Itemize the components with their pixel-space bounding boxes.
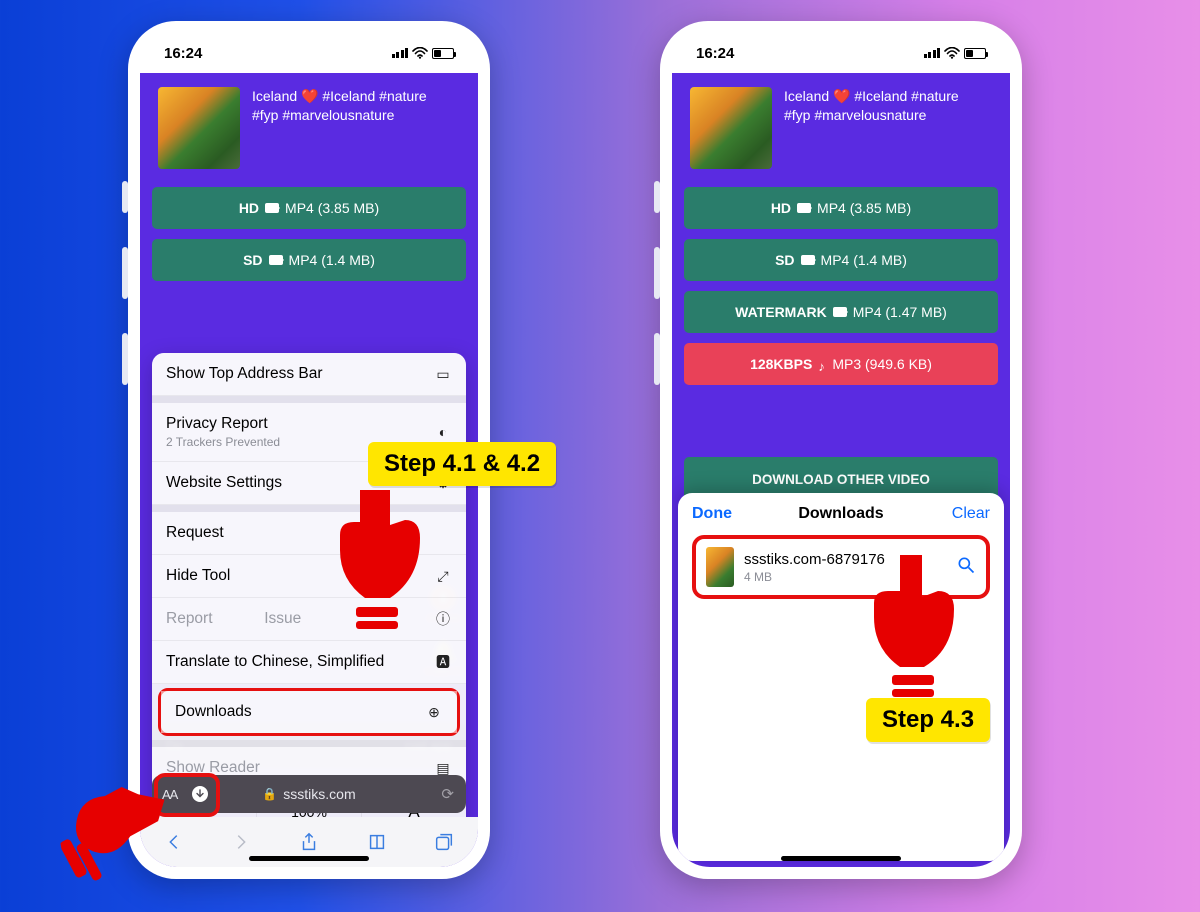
- share-button[interactable]: [297, 831, 321, 853]
- status-bar: 16:24: [140, 33, 478, 73]
- video-caption-line1: Iceland ❤️ #Iceland #nature: [784, 87, 959, 106]
- status-indicators: [392, 47, 455, 59]
- signal-icon: [924, 48, 941, 58]
- camera-icon: [265, 203, 279, 213]
- camera-icon: [797, 203, 811, 213]
- video-thumbnail: [690, 87, 772, 169]
- camera-icon: [269, 255, 283, 265]
- shield-icon: ◐: [434, 423, 452, 441]
- pointer-hand-icon: [49, 759, 191, 912]
- video-caption-line2: #fyp #marvelousnature: [784, 106, 959, 125]
- video-header: Iceland ❤️ #Iceland #nature #fyp #marvel…: [672, 73, 1010, 187]
- video-caption-line1: Iceland ❤️ #Iceland #nature: [252, 87, 427, 106]
- volume-buttons: [122, 181, 128, 385]
- menu-downloads[interactable]: Downloads ⊕: [161, 691, 457, 733]
- download-watermark-button[interactable]: WATERMARKMP4 (1.47 MB): [684, 291, 998, 333]
- signal-icon: [392, 48, 409, 58]
- menu-show-top-address-bar[interactable]: Show Top Address Bar ▭: [152, 353, 466, 396]
- battery-icon: [432, 48, 454, 59]
- status-bar: 16:24: [672, 33, 1010, 73]
- download-circle-icon: ⊕: [425, 703, 443, 721]
- download-hd-button[interactable]: HDMP4 (3.85 MB): [152, 187, 466, 229]
- download-sd-button[interactable]: SDMP4 (1.4 MB): [684, 239, 998, 281]
- menu-translate[interactable]: Translate to Chinese, Simplified 🅰: [152, 641, 466, 684]
- status-indicators: [924, 47, 987, 59]
- done-button[interactable]: Done: [692, 505, 732, 523]
- forward-button: [229, 831, 253, 853]
- clear-button[interactable]: Clear: [952, 505, 990, 523]
- home-indicator: [781, 856, 901, 861]
- video-header: Iceland ❤️ #Iceland #nature #fyp #marvel…: [140, 73, 478, 187]
- info-icon: ⓘ: [434, 610, 452, 628]
- music-note-icon: [818, 358, 826, 370]
- wifi-icon: [944, 47, 960, 59]
- camera-icon: [801, 255, 815, 265]
- pointer-hand-icon: [320, 480, 430, 635]
- video-caption-line2: #fyp #marvelousnature: [252, 106, 427, 125]
- camera-icon: [833, 307, 847, 317]
- status-time: 16:24: [696, 45, 734, 62]
- home-indicator: [249, 856, 369, 861]
- status-time: 16:24: [164, 45, 202, 62]
- translate-icon: 🅰: [434, 653, 452, 671]
- url-host: ssstiks.com: [283, 786, 355, 802]
- expand-icon: ⤢: [434, 567, 452, 585]
- pointer-hand-icon: [856, 549, 966, 704]
- download-mp3-button[interactable]: 128KBPSMP3 (949.6 KB): [684, 343, 998, 385]
- download-sd-button[interactable]: SDMP4 (1.4 MB): [152, 239, 466, 281]
- lock-icon: 🔒: [262, 787, 277, 801]
- download-hd-button[interactable]: HDMP4 (3.85 MB): [684, 187, 998, 229]
- toolbar-icon: ▭: [434, 365, 452, 383]
- wifi-icon: [412, 47, 428, 59]
- tabs-button[interactable]: [432, 831, 456, 853]
- download-thumbnail: [706, 547, 734, 587]
- step-badge-4-3: Step 4.3: [866, 698, 990, 742]
- bookmarks-button[interactable]: [365, 831, 389, 853]
- refresh-icon[interactable]: ⟳: [441, 785, 454, 803]
- phone-right: 16:24 Iceland ❤️ #Iceland #nature #fyp #…: [660, 21, 1022, 879]
- volume-buttons: [654, 181, 660, 385]
- video-thumbnail: [158, 87, 240, 169]
- battery-icon: [964, 48, 986, 59]
